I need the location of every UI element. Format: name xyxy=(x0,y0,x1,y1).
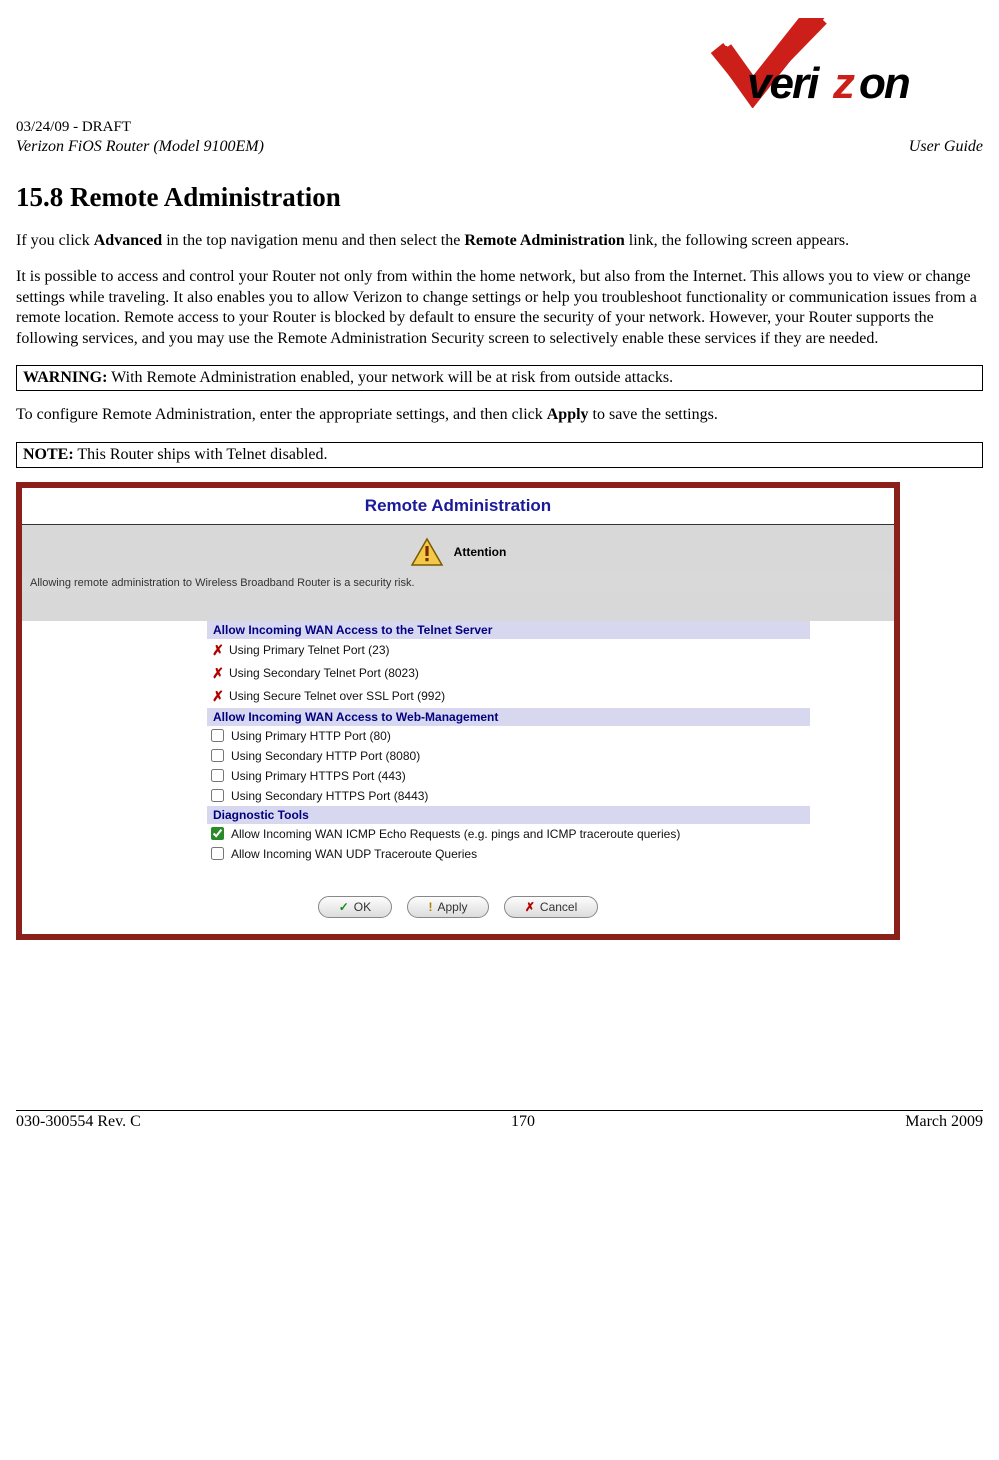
option-checkbox[interactable] xyxy=(211,827,224,840)
intro-paragraph-1: If you click Advanced in the top navigat… xyxy=(16,231,983,251)
x-icon: ✗ xyxy=(525,900,535,914)
svg-text:veri: veri xyxy=(747,59,820,108)
intro-paragraph-2: It is possible to access and control you… xyxy=(16,267,983,349)
button-row: ✓ OK ! Apply ✗ Cancel xyxy=(22,874,894,932)
svg-text:z: z xyxy=(832,59,855,108)
note-box: NOTE: This Router ships with Telnet disa… xyxy=(16,442,983,468)
draft-line: 03/24/09 - DRAFT xyxy=(16,119,983,136)
risk-text: Allowing remote administration to Wirele… xyxy=(22,571,894,593)
apply-button-label: Apply xyxy=(437,900,467,914)
check-icon: ✓ xyxy=(339,900,349,914)
option-label: Allow Incoming WAN UDP Traceroute Querie… xyxy=(231,847,477,861)
option-row: ✗ Using Secure Telnet over SSL Port (992) xyxy=(207,685,810,708)
section-title: 15.8 Remote Administration xyxy=(16,182,983,213)
group-header: Allow Incoming WAN Access to the Telnet … xyxy=(207,621,810,639)
group-header: Allow Incoming WAN Access to Web-Managem… xyxy=(207,708,810,726)
option-checkbox[interactable] xyxy=(211,769,224,782)
screenshot-title: Remote Administration xyxy=(22,488,894,525)
option-checkbox[interactable] xyxy=(211,729,224,742)
footer-right: March 2009 xyxy=(905,1113,983,1131)
option-row: Using Primary HTTP Port (80) xyxy=(207,726,810,746)
footer-row: 030-300554 Rev. C 170 March 2009 xyxy=(16,1113,983,1131)
footer-center: 170 xyxy=(511,1113,535,1131)
option-label: Using Secondary HTTPS Port (8443) xyxy=(231,789,428,803)
cancel-button-label: Cancel xyxy=(540,900,577,914)
verizon-logo: veri z on xyxy=(703,18,983,108)
product-line: Verizon FiOS Router (Model 9100EM) xyxy=(16,138,264,156)
warning-box: WARNING: With Remote Administration enab… xyxy=(16,365,983,391)
option-label: Using Primary Telnet Port (23) xyxy=(229,643,390,657)
option-label: Using Primary HTTP Port (80) xyxy=(231,729,391,743)
group-header: Diagnostic Tools xyxy=(207,806,810,824)
attention-label: Attention xyxy=(454,545,507,559)
option-label: Using Secondary Telnet Port (8023) xyxy=(229,666,419,680)
option-row: Using Secondary HTTPS Port (8443) xyxy=(207,786,810,806)
option-checkbox[interactable] xyxy=(211,847,224,860)
footer-left: 030-300554 Rev. C xyxy=(16,1113,141,1131)
warning-triangle-icon xyxy=(410,537,444,567)
option-checkbox[interactable] xyxy=(211,789,224,802)
option-row: Using Primary HTTPS Port (443) xyxy=(207,766,810,786)
disabled-x-icon: ✗ xyxy=(211,642,225,659)
exclaim-icon: ! xyxy=(428,900,432,914)
footer-rule xyxy=(16,1110,983,1111)
cancel-button[interactable]: ✗ Cancel xyxy=(504,896,598,918)
apply-button[interactable]: ! Apply xyxy=(407,896,488,918)
option-row: ✗ Using Primary Telnet Port (23) xyxy=(207,639,810,662)
option-label: Allow Incoming WAN ICMP Echo Requests (e… xyxy=(231,827,680,841)
ok-button[interactable]: ✓ OK xyxy=(318,896,392,918)
user-guide-label: User Guide xyxy=(909,138,983,156)
screenshot-frame: Remote Administration Attention Allowing… xyxy=(16,482,900,940)
option-row: ✗ Using Secondary Telnet Port (8023) xyxy=(207,662,810,685)
configure-paragraph: To configure Remote Administration, ente… xyxy=(16,405,983,425)
option-row: Allow Incoming WAN UDP Traceroute Querie… xyxy=(207,844,810,864)
disabled-x-icon: ✗ xyxy=(211,665,225,682)
option-label: Using Secure Telnet over SSL Port (992) xyxy=(229,689,445,703)
ok-button-label: OK xyxy=(354,900,371,914)
svg-text:on: on xyxy=(859,59,910,108)
option-label: Using Secondary HTTP Port (8080) xyxy=(231,749,420,763)
attention-row: Attention xyxy=(22,525,894,571)
option-row: Using Secondary HTTP Port (8080) xyxy=(207,746,810,766)
option-row: Allow Incoming WAN ICMP Echo Requests (e… xyxy=(207,824,810,844)
option-label: Using Primary HTTPS Port (443) xyxy=(231,769,406,783)
header-row: Verizon FiOS Router (Model 9100EM) User … xyxy=(16,138,983,156)
disabled-x-icon: ✗ xyxy=(211,688,225,705)
logo-wrap: veri z on xyxy=(16,18,983,113)
option-checkbox[interactable] xyxy=(211,749,224,762)
